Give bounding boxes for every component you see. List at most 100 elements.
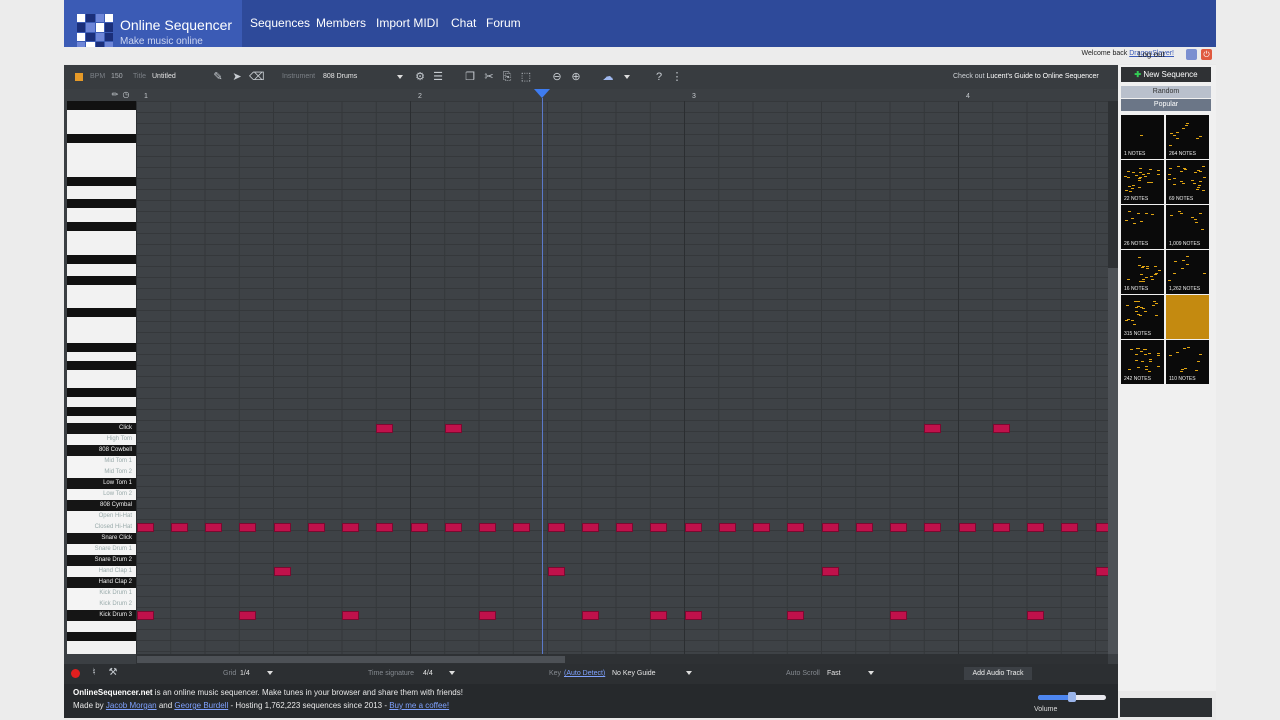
chevron-down-icon[interactable] xyxy=(686,671,692,675)
note[interactable] xyxy=(992,523,1010,532)
drum-key-label[interactable]: Low Tom 2 xyxy=(67,489,136,500)
volume-handle[interactable] xyxy=(1068,692,1076,702)
drum-key-label[interactable]: Snare Click xyxy=(67,533,136,544)
nav-chat[interactable]: Chat xyxy=(451,16,476,30)
sequence-thumbnail[interactable] xyxy=(1166,295,1209,339)
note[interactable] xyxy=(684,611,702,620)
copy-icon[interactable]: ❐ xyxy=(463,70,477,84)
note[interactable] xyxy=(273,523,291,532)
drum-key-label[interactable]: 808 Cowbell xyxy=(67,445,136,456)
site-title[interactable]: Online Sequencer xyxy=(120,17,232,33)
piano-key-black[interactable] xyxy=(67,177,136,186)
note[interactable] xyxy=(479,523,496,532)
drum-key-label[interactable]: Snare Drum 2 xyxy=(67,555,136,566)
piano-key-black[interactable] xyxy=(67,308,136,317)
note[interactable] xyxy=(376,424,394,433)
sequence-thumbnail[interactable]: 69 NOTES xyxy=(1166,160,1209,204)
piano-key-black[interactable] xyxy=(67,407,136,416)
tab-random[interactable]: Random xyxy=(1121,86,1211,98)
nav-sequences[interactable]: Sequences xyxy=(250,16,310,30)
select-icon[interactable]: ⬚ xyxy=(519,70,533,84)
note[interactable] xyxy=(958,523,976,532)
power-icon[interactable]: ⏻ xyxy=(1201,49,1212,60)
note[interactable] xyxy=(787,611,805,620)
bpm-value[interactable]: 150 xyxy=(111,73,123,80)
note[interactable] xyxy=(136,523,154,532)
piano-key-black[interactable] xyxy=(67,632,136,641)
guide-link[interactable]: Lucent's Guide to Online Sequencer xyxy=(986,73,1098,80)
piano-key-black[interactable] xyxy=(67,343,136,352)
title-value[interactable]: Untitled xyxy=(152,73,176,80)
vertical-scroll-thumb[interactable] xyxy=(1108,268,1118,654)
sequence-thumbnail[interactable]: 26 NOTES xyxy=(1121,205,1164,249)
sequence-thumbnail[interactable]: 242 NOTES xyxy=(1121,340,1164,384)
piano-key-black[interactable] xyxy=(67,361,136,370)
drum-key-label[interactable]: Mid Tom 1 xyxy=(67,456,136,467)
note[interactable] xyxy=(444,523,462,532)
drum-key-label[interactable]: Kick Drum 3 xyxy=(67,610,136,621)
note[interactable] xyxy=(650,611,668,620)
note[interactable] xyxy=(547,523,565,532)
auto-scroll-select[interactable]: Fast xyxy=(827,670,841,677)
note[interactable] xyxy=(821,567,839,576)
note[interactable] xyxy=(410,523,428,532)
sequence-thumbnail[interactable]: 1,009 NOTES xyxy=(1166,205,1209,249)
drum-key-label[interactable]: Mid Tom 2 xyxy=(67,467,136,478)
chevron-down-icon[interactable] xyxy=(397,75,403,79)
note[interactable] xyxy=(273,567,291,576)
grid-select[interactable]: 1/4 xyxy=(240,670,250,677)
zoom-out-icon[interactable]: ⊖ xyxy=(550,70,564,84)
nav-import-midi[interactable]: Import MIDI xyxy=(376,16,439,30)
author-link[interactable]: George Burdell xyxy=(174,701,228,710)
drum-key-label[interactable]: Snare Drum 1 xyxy=(67,544,136,555)
time-signature-select[interactable]: 4/4 xyxy=(423,670,433,677)
note[interactable] xyxy=(444,424,462,433)
cloud-icon[interactable]: ☁ xyxy=(601,70,615,84)
drum-key-label[interactable]: 808 Cymbal xyxy=(67,500,136,511)
logout-link[interactable]: Log out xyxy=(1138,50,1165,59)
piano-key-black[interactable] xyxy=(67,276,136,285)
piano-key-black[interactable] xyxy=(67,101,136,110)
sliders-icon[interactable]: ☰ xyxy=(431,70,445,84)
paste-icon[interactable]: ⎘ xyxy=(500,70,514,84)
drum-key-label[interactable]: Hand Clap 1 xyxy=(67,566,136,577)
horizontal-scroll-thumb[interactable] xyxy=(137,656,565,663)
instrument-settings-icon[interactable]: ⚙ xyxy=(413,70,427,84)
note[interactable] xyxy=(205,523,222,532)
sequence-thumbnail[interactable]: 16 NOTES xyxy=(1121,250,1164,294)
piano-keys[interactable]: Click High Tom 808 Cowbell Mid Tom 1 Mid Tom… xyxy=(67,101,136,654)
sequence-thumbnail[interactable]: 315 NOTES xyxy=(1121,295,1164,339)
drum-key-label[interactable]: Closed Hi-Hat xyxy=(67,522,136,533)
more-icon[interactable]: ⋮ xyxy=(670,70,684,84)
note[interactable] xyxy=(239,611,257,620)
piano-key-black[interactable] xyxy=(67,199,136,208)
note[interactable] xyxy=(170,523,188,532)
note[interactable] xyxy=(581,611,599,620)
note[interactable] xyxy=(855,523,873,532)
piano-key-black[interactable] xyxy=(67,255,136,264)
sequence-thumbnail[interactable]: 22 NOTES xyxy=(1121,160,1164,204)
drum-key-label[interactable]: Click xyxy=(67,423,136,434)
note-grid[interactable] xyxy=(136,101,1113,654)
note[interactable] xyxy=(821,523,839,532)
chevron-down-icon[interactable] xyxy=(449,671,455,675)
author-link[interactable]: Jacob Morgan xyxy=(106,701,157,710)
note[interactable] xyxy=(239,523,257,532)
sequence-thumbnail[interactable]: 1,262 NOTES xyxy=(1166,250,1209,294)
drum-key-label[interactable]: Hand Clap 2 xyxy=(67,577,136,588)
note[interactable] xyxy=(718,523,736,532)
note[interactable] xyxy=(890,611,907,620)
note[interactable] xyxy=(547,567,565,576)
drum-key-label[interactable]: Low Tom 1 xyxy=(67,478,136,489)
sequence-thumbnail[interactable]: 110 NOTES xyxy=(1166,340,1209,384)
coffee-link[interactable]: Buy me a coffee! xyxy=(389,701,449,710)
eraser-icon[interactable]: ⌫ xyxy=(249,70,265,84)
note[interactable] xyxy=(684,523,702,532)
pointer-icon[interactable]: ➤ xyxy=(230,70,244,84)
record-icon[interactable] xyxy=(71,669,80,678)
note[interactable] xyxy=(890,523,907,532)
drum-key-label[interactable]: Kick Drum 2 xyxy=(67,599,136,610)
note[interactable] xyxy=(136,611,154,620)
add-audio-track-button[interactable]: Add Audio Track xyxy=(964,667,1032,680)
help-icon[interactable]: ? xyxy=(652,70,666,84)
